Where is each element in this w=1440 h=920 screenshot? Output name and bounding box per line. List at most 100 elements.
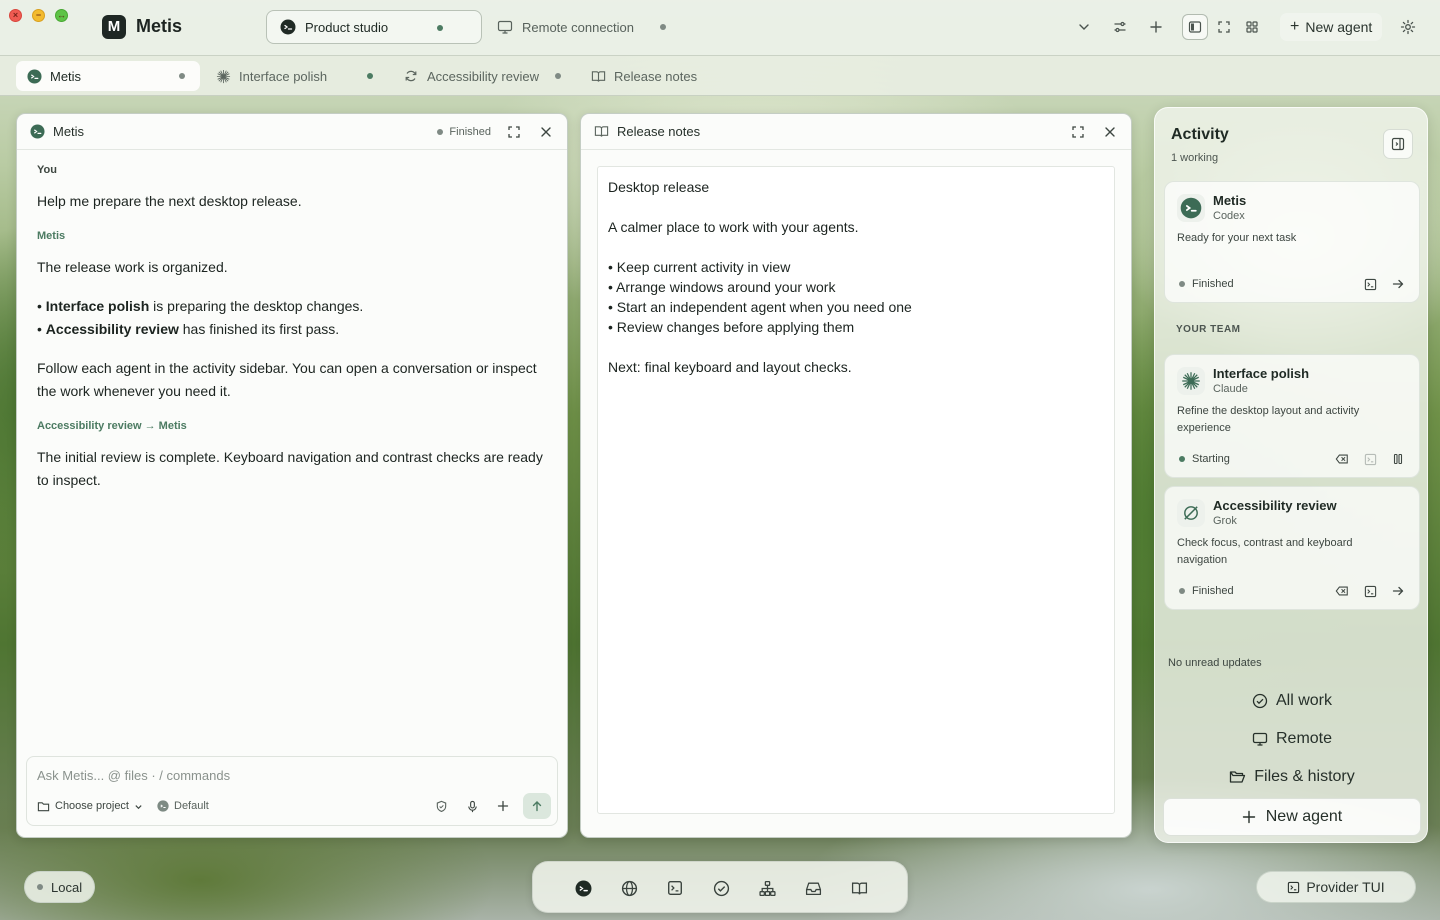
open-terminal-button[interactable] (1361, 450, 1379, 468)
open-agent-button[interactable] (1389, 582, 1407, 600)
speaker-label: Metis (37, 230, 66, 242)
fullscreen-button[interactable] (1211, 14, 1237, 40)
dock-browser-button[interactable] (618, 877, 640, 899)
sidebar-layout-icon (1188, 21, 1202, 33)
arrow-right-icon (1392, 279, 1404, 289)
agent-avatar-icon (157, 800, 169, 812)
status-dot (1179, 281, 1185, 287)
tab-status-dot (437, 25, 443, 31)
clear-agent-button[interactable] (1333, 450, 1351, 468)
permissions-button[interactable] (430, 795, 452, 817)
expand-panel-button[interactable] (1069, 123, 1087, 141)
settings-sliders-button[interactable] (1107, 14, 1133, 40)
voice-input-button[interactable] (461, 795, 483, 817)
dock-docs-button[interactable] (848, 877, 870, 899)
tab-interface-polish[interactable]: Interface polish (205, 61, 387, 91)
status-badge: Finished (437, 126, 491, 138)
choose-project-button[interactable]: Choose project (37, 800, 143, 813)
tab-accessibility-review[interactable]: Accessibility review (393, 61, 573, 91)
app-name: Metis (136, 16, 183, 36)
agent-avatar (1177, 499, 1205, 527)
shield-icon (436, 800, 446, 812)
pause-agent-button[interactable] (1389, 450, 1407, 468)
close-panel-button[interactable] (1101, 123, 1119, 141)
grid-layout-button[interactable] (1239, 14, 1265, 40)
dock-inbox-button[interactable] (802, 877, 824, 899)
clear-agent-button[interactable] (1333, 582, 1351, 600)
open-agent-button[interactable] (1389, 275, 1407, 293)
agent-provider: Codex (1213, 210, 1245, 222)
plus-icon (1150, 21, 1162, 33)
sparkle-icon (1182, 372, 1200, 390)
dock-terminal-button[interactable] (664, 877, 686, 899)
agent-card-interface-polish[interactable]: Interface polish Claude Refine the deskt… (1164, 354, 1420, 478)
agent-link[interactable]: Accessibility review (46, 321, 179, 337)
status-dot (37, 884, 43, 890)
notes-editor[interactable]: Desktop release A calmer place to work w… (597, 166, 1115, 814)
agent-card-metis[interactable]: Metis Codex Ready for your next task Fin… (1164, 181, 1420, 303)
tab-label: Metis (50, 68, 82, 84)
terminal-icon (1364, 453, 1376, 465)
attach-button[interactable] (492, 795, 514, 817)
open-terminal-button[interactable] (1361, 582, 1379, 600)
send-button[interactable] (523, 793, 551, 819)
chevron-down-icon (135, 804, 142, 809)
dock (532, 861, 908, 913)
dock-hierarchy-button[interactable] (756, 877, 778, 899)
close-icon (541, 127, 551, 137)
tab-release-notes[interactable]: Release notes (580, 61, 710, 91)
agent-link[interactable]: Interface polish (46, 298, 149, 314)
expand-panel-button[interactable] (505, 123, 523, 141)
agent-avatar-icon (26, 68, 42, 84)
status-badge: Finished (1179, 278, 1351, 290)
settings-button[interactable] (1395, 14, 1421, 40)
tab-label: Accessibility review (427, 68, 539, 84)
speaker-label: You (37, 164, 57, 176)
status-badge: Starting (1179, 453, 1323, 465)
dock-agent-button[interactable] (572, 877, 594, 899)
folder-icon (37, 801, 50, 811)
new-agent-label: New agent (1305, 19, 1373, 35)
message-composer[interactable]: Ask Metis... @ files · / commands Choose… (26, 756, 558, 826)
notes-line: Next: final keyboard and layout checks. (608, 359, 852, 375)
agent-provider: Grok (1213, 515, 1237, 527)
agent-card-accessibility-review[interactable]: Accessibility review Grok Check focus, c… (1164, 486, 1420, 610)
model-selector[interactable]: Default (157, 800, 209, 812)
agent-avatar (1177, 367, 1205, 395)
add-tab-button[interactable] (1143, 14, 1169, 40)
check-circle-icon (713, 880, 729, 896)
notes-line (608, 237, 1104, 257)
dock-tasks-button[interactable] (710, 877, 732, 899)
notes-line: • Start an independent agent when you ne… (608, 299, 912, 315)
grid-icon (1246, 21, 1258, 33)
environment-indicator[interactable]: Local (24, 871, 96, 903)
files-history-link[interactable]: Files & history (1155, 764, 1429, 790)
status-dot (1179, 456, 1185, 462)
window-tab-remote-connection[interactable]: Remote connection (484, 10, 684, 44)
collapse-sidebar-button[interactable] (1383, 129, 1413, 159)
new-agent-button[interactable]: + New agent (1280, 13, 1383, 41)
new-agent-sidebar-button[interactable]: New agent (1163, 798, 1421, 836)
book-icon (593, 124, 609, 140)
terminal-icon (1364, 585, 1376, 597)
minimize-window-button[interactable]: − (32, 9, 45, 22)
tab-metis[interactable]: Metis (16, 61, 200, 91)
open-terminal-button[interactable] (1361, 275, 1379, 293)
maximize-window-button[interactable]: ↔ (55, 9, 68, 22)
composer-input[interactable]: Ask Metis... @ files · / commands (37, 768, 230, 783)
layout-sidebar-button[interactable] (1182, 14, 1208, 40)
terminal-agent-icon (1180, 197, 1202, 219)
agent-description: Refine the desktop layout and activity e… (1177, 405, 1360, 434)
provider-tui-button[interactable]: Provider TUI (1256, 871, 1416, 903)
window-tab-product-studio[interactable]: Product studio (266, 10, 482, 44)
close-window-button[interactable]: × (9, 9, 22, 22)
environment-label: Local (51, 879, 83, 895)
chevron-down-button[interactable] (1071, 14, 1097, 40)
close-panel-button[interactable] (537, 123, 555, 141)
remote-link[interactable]: Remote (1155, 726, 1429, 752)
status-label: Finished (449, 126, 491, 138)
activity-title: Activity (1171, 126, 1229, 143)
expand-icon (1218, 21, 1230, 33)
all-work-link[interactable]: All work (1155, 688, 1429, 714)
backspace-icon (1335, 454, 1348, 464)
